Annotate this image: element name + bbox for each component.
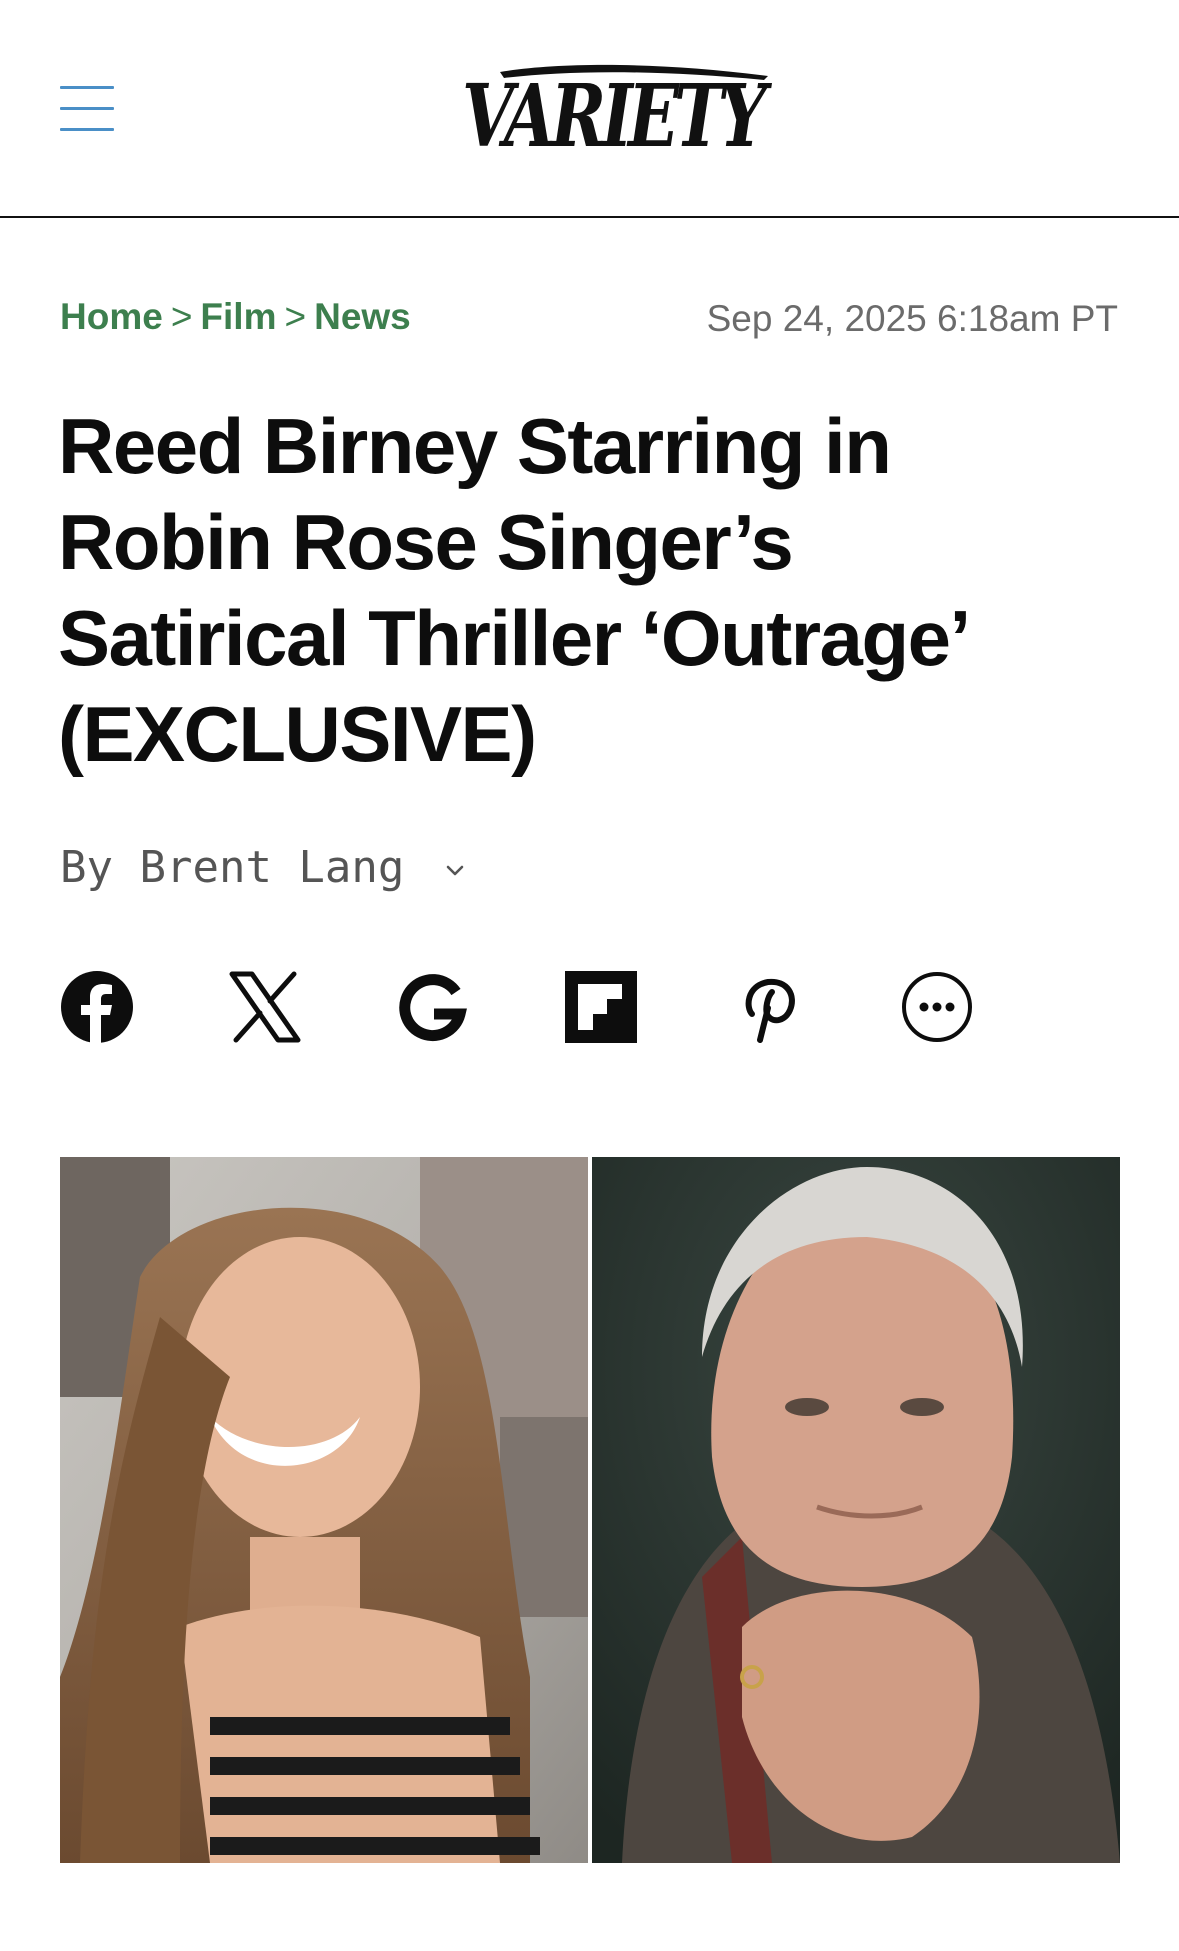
author-name[interactable]: Brent Lang: [139, 842, 404, 893]
facebook-icon[interactable]: [60, 970, 134, 1044]
headline-line: Satirical Thriller ‘Outrage’: [58, 594, 971, 682]
publish-date: Sep 24, 2025 6:18am PT: [706, 298, 1118, 339]
breadcrumb-separator: >: [284, 296, 307, 337]
svg-text:VARIETY: VARIETY: [462, 66, 772, 158]
headline-line: Reed Birney Starring in: [58, 402, 892, 490]
breadcrumb: Home > Film > News: [60, 296, 411, 338]
share-bar: [60, 970, 1000, 1044]
breadcrumb-home[interactable]: Home: [60, 296, 163, 337]
breadcrumb-news[interactable]: News: [314, 296, 411, 337]
article-hero-image[interactable]: [60, 1157, 1120, 1863]
photo-reed-birney: [592, 1157, 1120, 1863]
breadcrumb-film[interactable]: Film: [200, 296, 276, 337]
chevron-down-icon[interactable]: [445, 856, 465, 884]
article-headline: Reed Birney Starring in Robin Rose Singe…: [58, 398, 1118, 782]
breadcrumb-separator: >: [170, 296, 193, 337]
x-icon[interactable]: [228, 970, 302, 1044]
article-meta-row: Home > Film > News Sep 24, 2025 6:18am PT: [60, 296, 1118, 346]
google-icon[interactable]: [396, 970, 470, 1044]
site-header: VARIETY: [0, 0, 1179, 218]
hamburger-menu-icon[interactable]: [60, 86, 114, 132]
byline-prefix: By: [60, 842, 113, 893]
photo-robin-rose-singer: [60, 1157, 588, 1863]
flipboard-icon[interactable]: [564, 970, 638, 1044]
headline-line: Robin Rose Singer’s: [58, 498, 794, 586]
pinterest-icon[interactable]: [732, 970, 806, 1044]
headline-line: (EXCLUSIVE): [58, 690, 537, 778]
variety-logo[interactable]: VARIETY: [460, 58, 772, 158]
byline[interactable]: By Brent Lang: [60, 842, 465, 893]
more-icon[interactable]: [900, 970, 974, 1044]
